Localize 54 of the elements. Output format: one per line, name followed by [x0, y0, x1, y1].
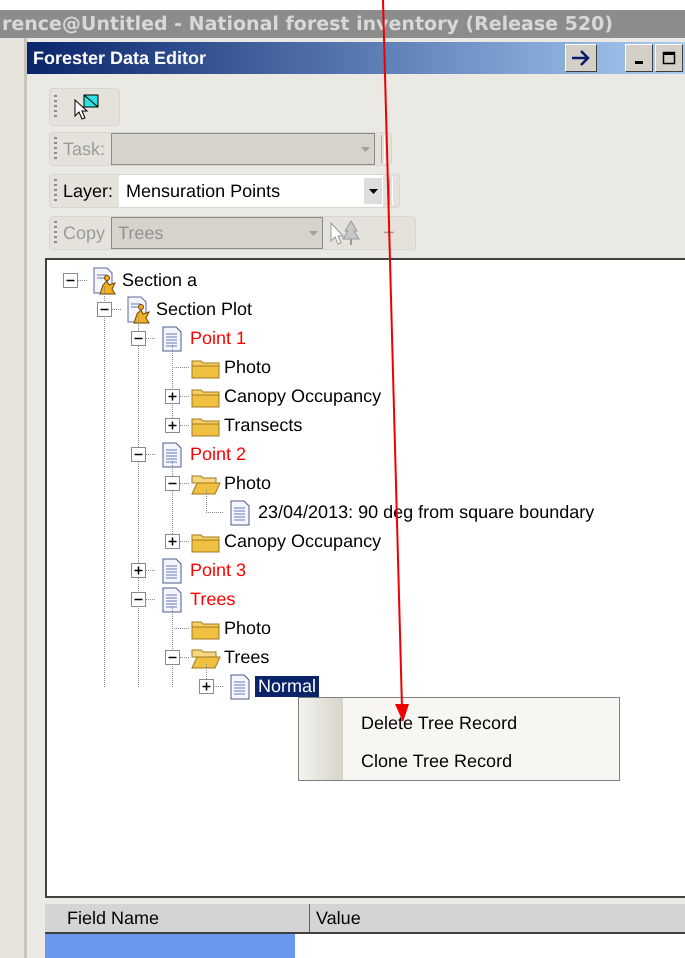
tree-item[interactable]: Photo: [221, 357, 274, 378]
dropdown-arrow-icon: [308, 230, 318, 236]
tree-item[interactable]: Transects: [221, 415, 306, 436]
collapse-toggle[interactable]: [130, 331, 146, 346]
tree-item[interactable]: Point 1: [187, 328, 250, 349]
document-icon: [229, 674, 251, 700]
menu-item[interactable]: Clone Tree Record: [343, 742, 518, 780]
tree-item[interactable]: Photo: [221, 618, 274, 639]
toolbar-label: Layer:: [63, 180, 114, 202]
tree-item[interactable]: Trees: [187, 589, 238, 610]
tree-item[interactable]: Trees: [221, 647, 272, 668]
tree-item[interactable]: Normal: [255, 676, 320, 697]
document-icon: [161, 586, 183, 612]
dropdown-arrow-icon: [368, 188, 378, 194]
open-folder-icon: [191, 646, 221, 668]
expand-toggle[interactable]: [198, 679, 214, 694]
toolbar-label: Copy: [63, 222, 106, 244]
dropdown-arrow-icon: [360, 146, 370, 152]
expand-toggle[interactable]: [164, 389, 180, 404]
maximize-icon: [662, 51, 676, 65]
open-folder-icon: [191, 472, 221, 494]
document-figure-icon: [125, 296, 151, 324]
tree-item[interactable]: Canopy Occupancy: [221, 386, 384, 407]
maximize-button[interactable]: [655, 44, 683, 72]
minimize-icon: [635, 60, 643, 64]
arrow-icon: [570, 49, 592, 67]
collapse-toggle[interactable]: [130, 447, 146, 462]
menu-item[interactable]: Delete Tree Record: [343, 704, 518, 742]
collapse-toggle[interactable]: [164, 650, 180, 665]
collapse-toggle[interactable]: [96, 302, 112, 317]
tree-item[interactable]: Point 3: [187, 560, 250, 581]
tree-item[interactable]: Photo: [221, 473, 274, 494]
document-icon: [161, 558, 183, 584]
column-header[interactable]: Field Name: [45, 904, 310, 932]
collapse-toggle[interactable]: [62, 273, 78, 288]
expand-toggle[interactable]: [164, 534, 180, 549]
toolbar-label: Task:: [63, 138, 106, 160]
column-header[interactable]: Value: [310, 904, 361, 932]
window-title: Forester Data Editor: [33, 48, 208, 68]
tree-item[interactable]: Section Plot: [153, 299, 256, 320]
document-icon: [161, 442, 183, 468]
tree-item[interactable]: Point 2: [187, 444, 250, 465]
document-icon: [161, 326, 183, 352]
minimize-button[interactable]: [625, 44, 653, 72]
combo-box[interactable]: Mensuration Points: [119, 175, 384, 207]
tree-item[interactable]: Canopy Occupancy: [221, 531, 384, 552]
tree-item[interactable]: Section a: [119, 270, 200, 291]
document-figure-icon: [91, 266, 117, 294]
document-icon: [229, 500, 251, 526]
expand-toggle[interactable]: [130, 563, 146, 578]
expand-toggle[interactable]: [164, 418, 180, 433]
dock-button[interactable]: [565, 44, 597, 72]
collapse-toggle[interactable]: [164, 476, 180, 491]
collapse-toggle[interactable]: [130, 592, 146, 607]
